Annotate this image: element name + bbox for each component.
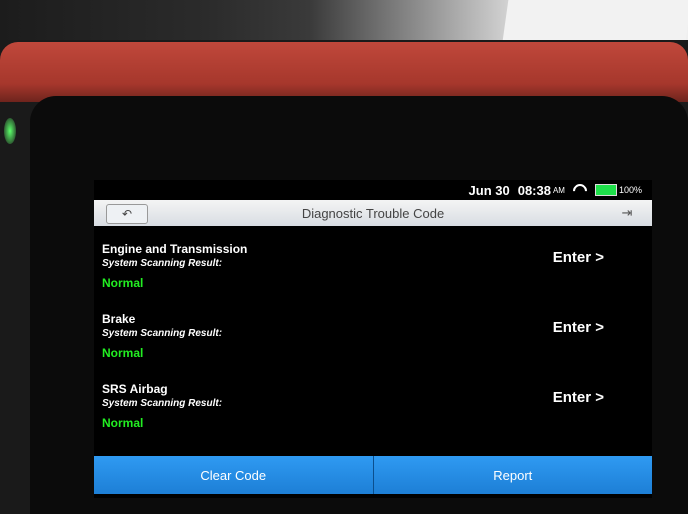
status-bar: Jun 30 08:38 AM 100% xyxy=(94,180,652,200)
enter-brake-button[interactable]: Enter > xyxy=(547,318,610,337)
page-title: Diagnostic Trouble Code xyxy=(301,205,445,221)
system-list: Engine and Transmission System Scanning … xyxy=(94,238,652,448)
battery-indicator: 100% xyxy=(594,184,642,196)
power-led-icon xyxy=(4,118,16,144)
battery-icon xyxy=(594,184,617,196)
battery-level: 100% xyxy=(618,185,642,195)
system-name: SRS Airbag xyxy=(102,382,168,396)
bottom-action-bar: Clear Code Report xyxy=(94,456,652,494)
exit-button[interactable]: ⇥ xyxy=(614,203,640,223)
back-button[interactable]: ↶ xyxy=(106,204,148,224)
status-date: Jun 30 xyxy=(468,182,510,198)
system-subtitle: System Scanning Result: xyxy=(102,328,223,339)
system-subtitle: System Scanning Result: xyxy=(102,258,223,269)
system-item-srs-airbag: SRS Airbag System Scanning Result: Norma… xyxy=(94,378,652,448)
system-item-brake: Brake System Scanning Result: Normal Ent… xyxy=(94,308,652,378)
status-time: 08:38 xyxy=(517,182,551,198)
enter-engine-button[interactable]: Enter > xyxy=(547,248,610,267)
system-item-engine: Engine and Transmission System Scanning … xyxy=(94,238,652,308)
clear-code-button[interactable]: Clear Code xyxy=(94,456,373,494)
status-ampm: AM xyxy=(552,185,565,195)
report-button[interactable]: Report xyxy=(372,456,652,494)
back-arrow-icon: ↶ xyxy=(121,207,133,221)
system-status: Normal xyxy=(102,276,144,290)
system-subtitle: System Scanning Result: xyxy=(102,398,223,409)
device-screen: Jun 30 08:38 AM 100% ↶ Diagnostic Troubl… xyxy=(94,180,652,498)
system-name: Brake xyxy=(102,312,136,326)
system-status: Normal xyxy=(102,346,144,360)
enter-srs-airbag-button[interactable]: Enter > xyxy=(547,388,610,407)
system-name: Engine and Transmission xyxy=(102,242,248,256)
system-status: Normal xyxy=(102,416,144,430)
device-case-red-top xyxy=(0,42,688,102)
exit-door-icon: ⇥ xyxy=(621,205,633,220)
wifi-icon xyxy=(573,184,587,196)
title-bar: ↶ Diagnostic Trouble Code ⇥ xyxy=(94,200,652,226)
